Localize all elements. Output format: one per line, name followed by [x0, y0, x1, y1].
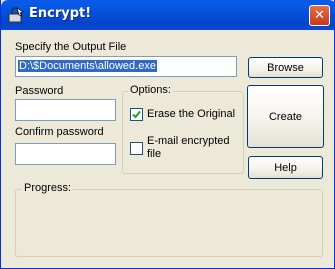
output-file-value: D:\$Documents\allowed.exe	[18, 60, 157, 72]
options-group-title: Options:	[128, 84, 173, 96]
confirm-password-label: Confirm password	[15, 126, 104, 138]
encrypt-dialog: Encrypt! ✕ Specify the Output File D:\$D…	[0, 0, 335, 269]
close-button[interactable]: ✕	[309, 5, 330, 26]
browse-button[interactable]: Browse	[248, 57, 323, 78]
password-label: Password	[15, 85, 64, 97]
close-icon: ✕	[314, 8, 325, 23]
progress-group-title: Progress:	[22, 182, 74, 194]
email-encrypted-label-line2[interactable]: file	[147, 148, 161, 160]
window-title: Encrypt!	[29, 6, 92, 21]
email-encrypted-label-line1[interactable]: E-mail encrypted	[147, 135, 230, 147]
output-file-input[interactable]: D:\$Documents\allowed.exe	[15, 56, 237, 77]
help-button-label: Help	[274, 161, 297, 174]
erase-original-label[interactable]: Erase the Original	[147, 108, 235, 120]
erase-original-checkbox[interactable]	[130, 108, 143, 121]
options-group	[122, 91, 244, 174]
help-button[interactable]: Help	[248, 156, 323, 179]
browse-button-label: Browse	[267, 61, 304, 74]
confirm-password-input[interactable]	[15, 143, 116, 165]
create-button[interactable]: Create	[247, 85, 324, 148]
progress-group	[15, 189, 323, 257]
encrypt-app-icon	[8, 7, 24, 23]
password-input[interactable]	[15, 99, 116, 121]
checkmark-icon	[132, 110, 141, 119]
output-file-label: Specify the Output File	[15, 41, 127, 53]
title-bar[interactable]: Encrypt! ✕	[1, 0, 335, 30]
email-encrypted-checkbox[interactable]	[130, 142, 143, 155]
create-button-label: Create	[268, 110, 303, 123]
